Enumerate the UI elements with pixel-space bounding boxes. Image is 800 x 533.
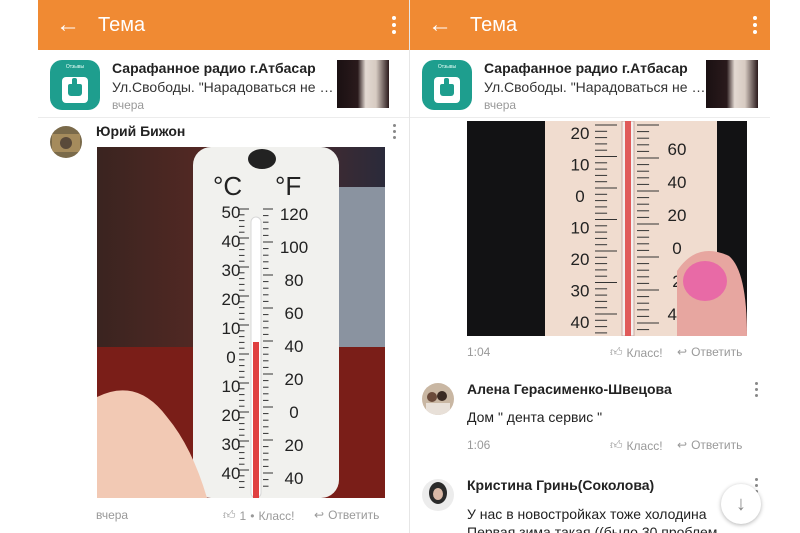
group-icon: Отзывы <box>422 60 472 110</box>
left-panel: ← Тема Отзывы Сарафанное радио г.Атбасар… <box>38 0 410 533</box>
scale-label: 100 <box>280 238 308 257</box>
avatar[interactable] <box>422 383 454 415</box>
scale-label: 40 <box>285 469 304 488</box>
scale-label: 60 <box>668 140 687 159</box>
reply-button[interactable]: ↩ Ответить <box>314 508 379 522</box>
arrow-left-icon: ← <box>428 11 452 38</box>
scale-label: 20 <box>571 124 590 143</box>
reply-icon: ↩ <box>677 438 688 452</box>
celsius-unit: °C <box>213 171 242 201</box>
comment-author[interactable]: Юрий Бижон <box>96 123 185 139</box>
like-icon: 👍︎ <box>223 508 236 522</box>
fahrenheit-unit: °F <box>275 171 301 201</box>
topic-time: вчера <box>484 98 517 112</box>
like-count: 1 <box>239 508 247 523</box>
comment-time: 1:06 <box>467 438 491 452</box>
scale-label: 20 <box>222 406 241 425</box>
more-options-button[interactable] <box>379 0 409 50</box>
like-icon: 👍︎ <box>610 345 623 359</box>
like-label: Класс! <box>258 508 295 523</box>
group-icon: Отзывы <box>50 60 100 110</box>
scale-label: 20 <box>285 370 304 389</box>
like-label: Класс! <box>626 345 663 360</box>
scale-label: 40 <box>222 232 241 251</box>
reply-button[interactable]: ↩ Ответить <box>677 438 742 452</box>
comment-time: вчера <box>96 508 129 522</box>
reply-label: Ответить <box>691 345 743 359</box>
scale-label: 30 <box>222 435 241 454</box>
group-name: Сарафанное радио г.Атбасар <box>112 60 316 76</box>
reply-button[interactable]: ↩ Ответить <box>677 345 742 359</box>
app-bar: ← Тема <box>410 0 770 50</box>
more-options-button[interactable] <box>740 0 770 50</box>
right-panel: ← Тема Отзывы Сарафанное радио г.Атбасар… <box>410 0 770 533</box>
scale-label: 40 <box>285 337 304 356</box>
comment-photo[interactable]: °C °F 50 40 30 20 10 0 10 20 30 40 120 100 80 60 40 20… <box>97 147 385 498</box>
app-bar-title: Тема <box>470 13 518 36</box>
scale-label: 40 <box>222 464 241 483</box>
avatar[interactable] <box>50 126 82 158</box>
topic-header[interactable]: Отзывы Сарафанное радио г.Атбасар Ул.Сво… <box>38 50 409 118</box>
scale-label: 0 <box>289 403 298 422</box>
arrow-down-icon: ↓ <box>736 492 746 515</box>
topic-time: вчера <box>112 98 145 112</box>
comment-author[interactable]: Алена Герасименко-Швецова <box>467 381 672 397</box>
scale-label: 60 <box>285 304 304 323</box>
thumbs-up-icon <box>68 78 82 96</box>
group-name: Сарафанное радио г.Атбасар <box>484 60 688 76</box>
topic-snippet: Ул.Свободы. "Нарадоваться не могу" <box>484 79 706 95</box>
back-button[interactable]: ← <box>38 0 98 50</box>
scale-label: 0 <box>575 187 584 206</box>
scale-label: 20 <box>222 290 241 309</box>
scale-label: 20 <box>668 206 687 225</box>
avatar[interactable] <box>422 479 454 511</box>
topic-header[interactable]: Отзывы Сарафанное радио г.Атбасар Ул.Сво… <box>410 50 770 118</box>
reply-icon: ↩ <box>314 508 325 522</box>
reply-label: Ответить <box>691 438 743 452</box>
reply-label: Ответить <box>328 508 380 522</box>
scale-label: 40 <box>668 173 687 192</box>
reply-icon: ↩ <box>677 345 688 359</box>
scale-label: 40 <box>571 313 590 332</box>
back-button[interactable]: ← <box>410 0 470 50</box>
thermometer-image: °C °F 5040302010010203040 12010080604020… <box>97 147 385 498</box>
comment-author[interactable]: Кристина Гринь(Соколова) <box>467 477 654 493</box>
scale-label: 0 <box>226 348 235 367</box>
scale-label: 30 <box>222 261 241 280</box>
comment-text: У нас в новостройках тоже холодина Перва… <box>467 506 718 533</box>
scale-label: 20 <box>285 436 304 455</box>
thermometer-image: 2010010203040 6040200240 <box>467 121 747 336</box>
comment-photo[interactable]: 2010010203040 6040200240 <box>467 121 747 336</box>
comment-more-button[interactable] <box>391 124 397 139</box>
topic-thumbnail[interactable] <box>337 60 389 108</box>
scale-label: 80 <box>285 271 304 290</box>
like-label: Класс! <box>626 438 663 453</box>
app-bar: ← Тема <box>38 0 409 50</box>
comment-more-button[interactable] <box>753 382 759 397</box>
like-icon: 👍︎ <box>610 438 623 452</box>
scale-label: 0 <box>672 239 681 258</box>
thumbs-up-icon <box>440 78 454 96</box>
scale-label: 30 <box>571 282 590 301</box>
app-bar-title: Тема <box>98 13 146 36</box>
scale-label: 10 <box>222 319 241 338</box>
scale-label: 10 <box>222 377 241 396</box>
like-button[interactable]: 👍︎ Класс! <box>610 438 663 453</box>
topic-snippet: Ул.Свободы. "Нарадоваться не могу" <box>112 79 334 95</box>
like-button[interactable]: 👍︎ Класс! <box>610 345 663 360</box>
like-button[interactable]: 👍︎ 1 • Класс! <box>223 508 294 523</box>
scale-label: 10 <box>571 156 590 175</box>
scroll-down-button[interactable]: ↓ <box>721 484 761 524</box>
photo-time: 1:04 <box>467 345 491 359</box>
comment-text: Дом " дента сервис " <box>467 409 603 425</box>
scale-label: 10 <box>571 219 590 238</box>
topic-thumbnail[interactable] <box>706 60 758 108</box>
scale-label: 120 <box>280 205 308 224</box>
arrow-left-icon: ← <box>56 11 80 38</box>
scale-label: 50 <box>222 203 241 222</box>
scale-label: 20 <box>571 250 590 269</box>
